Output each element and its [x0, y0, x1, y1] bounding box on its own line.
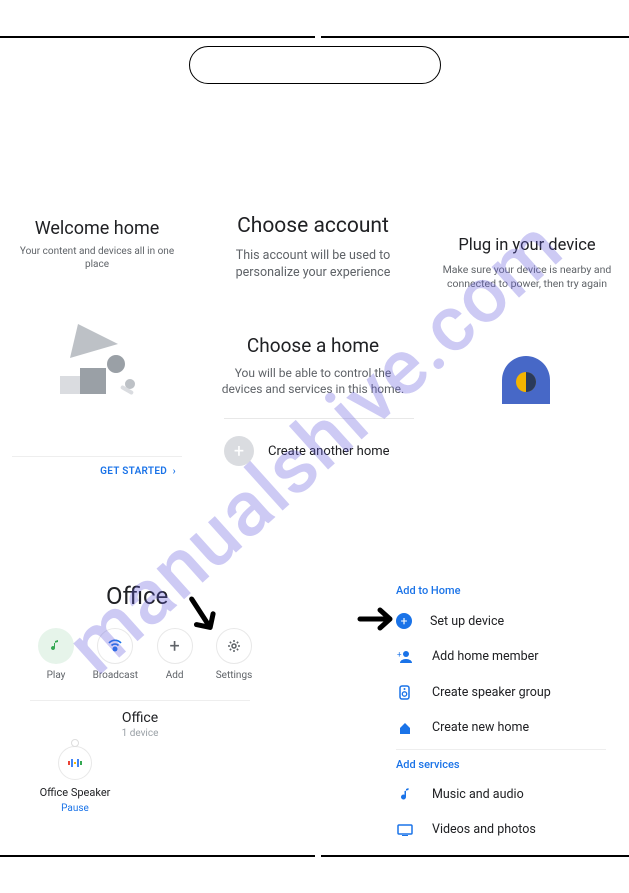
music-note-icon	[38, 628, 74, 664]
svg-text:+: +	[397, 650, 402, 659]
separator	[12, 456, 182, 457]
chevron-right-icon: ›	[170, 466, 176, 477]
choose-account-title: Choose account	[210, 214, 416, 238]
music-note-icon	[396, 788, 414, 802]
plugin-title: Plug in your device	[438, 236, 616, 255]
settings-label: Settings	[208, 670, 260, 681]
add-label: Add	[149, 670, 201, 681]
choose-account-block: Choose account This account will be used…	[210, 214, 416, 282]
pause-button[interactable]: Pause	[30, 803, 120, 814]
separator	[224, 418, 414, 419]
setup-device-row[interactable]: + Set up device	[396, 603, 606, 639]
create-new-home-label: Create new home	[432, 720, 529, 735]
room-header: Office 1 device	[30, 710, 250, 739]
room-device-count: 1 device	[30, 728, 250, 739]
create-home-label: Create another home	[268, 444, 390, 459]
room-name: Office	[30, 710, 250, 726]
welcome-subtitle: Your content and devices all in one plac…	[12, 245, 182, 271]
create-new-home-row[interactable]: Create new home	[396, 710, 606, 745]
welcome-title: Welcome home	[12, 218, 182, 239]
play-label: Play	[30, 670, 82, 681]
speaker-icon	[58, 746, 92, 780]
create-home-row[interactable]: + Create another home	[224, 436, 424, 466]
separator	[30, 700, 250, 701]
broadcast-button[interactable]: Broadcast	[89, 628, 141, 681]
music-audio-row[interactable]: Music and audio	[396, 777, 606, 812]
separator	[396, 749, 606, 750]
section-add-services: Add services	[396, 758, 606, 771]
choose-account-subtitle: This account will be used to personalize…	[210, 248, 416, 282]
add-member-row[interactable]: + Add home member	[396, 639, 606, 674]
arrow-annotation	[182, 596, 226, 644]
add-member-label: Add home member	[432, 649, 539, 664]
get-started-button[interactable]: GET STARTED ›	[12, 466, 182, 477]
welcome-illustration	[50, 318, 150, 408]
speaker-group-row[interactable]: Create speaker group	[396, 674, 606, 710]
top-rule	[0, 36, 629, 38]
device-illustration	[498, 352, 554, 404]
top-pill	[189, 46, 441, 84]
home-icon	[396, 721, 414, 735]
plugin-block: Plug in your device Make sure your devic…	[438, 236, 616, 291]
add-to-home-panel: Add to Home + Set up device + Add home m…	[396, 576, 606, 847]
speaker-group-label: Create speaker group	[432, 685, 551, 700]
videos-photos-row[interactable]: Videos and photos	[396, 812, 606, 847]
videos-photos-label: Videos and photos	[432, 822, 536, 837]
section-add-to-home: Add to Home	[396, 584, 606, 597]
bottom-rule	[0, 855, 629, 857]
choose-home-block: Choose a home You will be able to contro…	[210, 334, 416, 397]
device-tile[interactable]: Office Speaker Pause	[30, 746, 120, 814]
person-add-icon: +	[396, 650, 414, 664]
device-name: Office Speaker	[30, 786, 120, 799]
speaker-group-icon	[396, 684, 414, 700]
arrow-annotation	[356, 604, 400, 638]
plugin-subtitle: Make sure your device is nearby and conn…	[438, 263, 616, 291]
broadcast-icon	[97, 628, 133, 664]
broadcast-label: Broadcast	[89, 670, 141, 681]
get-started-label: GET STARTED	[100, 466, 167, 477]
office-title: Office	[106, 582, 168, 610]
play-button[interactable]: Play	[30, 628, 82, 681]
choose-home-title: Choose a home	[210, 334, 416, 357]
plus-icon: +	[224, 436, 254, 466]
music-audio-label: Music and audio	[432, 787, 524, 802]
welcome-card: Welcome home Your content and devices al…	[12, 218, 182, 271]
setup-device-label: Set up device	[430, 614, 504, 629]
tv-icon	[396, 824, 414, 836]
choose-home-subtitle: You will be able to control the devices …	[210, 365, 416, 397]
